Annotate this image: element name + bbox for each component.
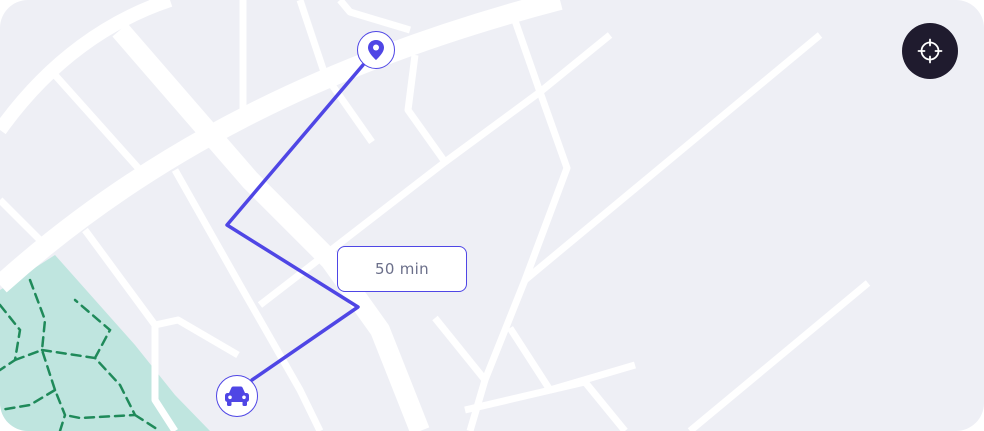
vehicle-marker[interactable] <box>216 375 258 417</box>
road-street-11 <box>0 197 43 243</box>
road-street-17 <box>464 378 628 431</box>
road-street-4 <box>404 54 448 165</box>
road-street-7 <box>466 10 571 431</box>
road-street-2 <box>296 0 329 77</box>
car-icon <box>225 386 249 406</box>
destination-marker[interactable] <box>357 31 395 69</box>
road-street-3 <box>337 0 412 34</box>
route-eta-label: 50 min <box>337 246 467 292</box>
road-street-15 <box>432 315 488 383</box>
road-street-14 <box>154 316 240 359</box>
map-view[interactable]: 50 min <box>0 0 984 431</box>
road-street-5 <box>322 72 375 145</box>
road-street-10 <box>52 72 143 173</box>
road-street-9 <box>687 280 871 431</box>
road-street-16 <box>507 326 636 394</box>
road-diagonal-highway <box>112 23 430 431</box>
locate-button[interactable] <box>902 23 958 79</box>
location-pin-icon <box>368 40 384 60</box>
map-canvas[interactable] <box>0 0 984 431</box>
crosshair-icon <box>917 38 943 64</box>
